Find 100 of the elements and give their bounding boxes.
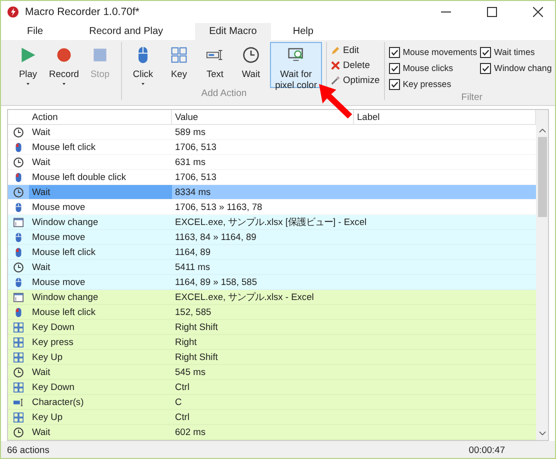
table-cell-text: 1163, 84 » 1164, 89 bbox=[174, 231, 258, 244]
mouse-icon bbox=[13, 246, 24, 258]
window-title: Macro Recorder 1.0.70f* bbox=[25, 6, 140, 18]
table-cell-text: Mouse left double click bbox=[31, 171, 128, 184]
table-cell-text: Ctrl bbox=[174, 411, 190, 424]
play-button[interactable]: Play bbox=[11, 42, 45, 88]
action-row[interactable]: Wait 589 ms bbox=[8, 125, 536, 140]
action-row[interactable]: Mouse left double click 1706, 513 bbox=[8, 170, 536, 185]
clock-icon bbox=[13, 156, 24, 168]
menu-tab[interactable]: Edit Macro bbox=[195, 23, 271, 40]
mouse-icon bbox=[13, 276, 24, 288]
filter-checkbox[interactable]: Window chang bbox=[480, 60, 552, 76]
action-row[interactable]: Wait 602 ms bbox=[8, 425, 536, 440]
action-row[interactable]: Mouse left click 152, 585 bbox=[8, 305, 536, 320]
action-row[interactable]: Mouse left click 1164, 89 bbox=[8, 245, 536, 260]
table-cell-text: EXCEL.exe, サンプル.xlsx [保護ビュー] - Excel bbox=[174, 216, 367, 229]
keyboard-keys-icon bbox=[13, 352, 24, 362]
table-cell-text: Key Up bbox=[31, 351, 64, 364]
click-button[interactable]: Click bbox=[126, 42, 160, 88]
table-cell-text: Right Shift bbox=[174, 351, 219, 364]
mouse-icon bbox=[13, 172, 24, 182]
keyboard-keys-icon bbox=[13, 336, 24, 348]
monitor-magnifier-icon bbox=[287, 46, 305, 64]
action-row[interactable]: Key Down Ctrl bbox=[8, 380, 536, 395]
vertical-scrollbar[interactable] bbox=[536, 110, 548, 440]
table-cell-text: Mouse left click bbox=[31, 306, 97, 319]
filter-checkbox[interactable]: Wait times bbox=[480, 44, 552, 60]
action-row[interactable]: Mouse move 1164, 89 » 158, 585 bbox=[8, 275, 536, 290]
scroll-up-icon[interactable] bbox=[538, 128, 546, 133]
table-cell-text: Right Shift bbox=[174, 321, 219, 334]
keyboard-keys-icon bbox=[13, 322, 24, 332]
table-cell-text: 1706, 513 bbox=[174, 141, 218, 154]
filter-checkbox[interactable]: Mouse clicks bbox=[388, 60, 478, 76]
action-row[interactable]: Wait 631 ms bbox=[8, 155, 536, 170]
action-row[interactable]: Mouse move 1163, 84 » 1164, 89 bbox=[8, 230, 536, 245]
action-row[interactable]: Wait 8334 ms bbox=[8, 185, 536, 200]
menu-tab[interactable]: Help bbox=[278, 23, 328, 40]
delete-icon bbox=[331, 60, 340, 70]
group-label: Add Action bbox=[201, 88, 247, 99]
keyboard-keys-icon bbox=[13, 412, 24, 422]
table-cell: Wait bbox=[29, 185, 172, 199]
edit-button[interactable]: Edit bbox=[331, 45, 380, 55]
elapsed-time: 00:00:47 bbox=[468, 444, 505, 454]
menu-tab[interactable]: File bbox=[13, 23, 58, 40]
mouse-icon bbox=[13, 142, 24, 152]
table-cell-text: Mouse left click bbox=[31, 141, 97, 154]
action-row[interactable]: Window change EXCEL.exe, サンプル.xlsx - Excel bbox=[8, 290, 536, 305]
filter-checkbox[interactable]: Mouse movements bbox=[388, 44, 478, 60]
action-row[interactable]: Wait 545 ms bbox=[8, 365, 536, 380]
scroll-thumb[interactable] bbox=[538, 137, 546, 217]
table-cell-text: Mouse left click bbox=[31, 246, 97, 259]
mouse-icon bbox=[13, 202, 24, 212]
action-row[interactable]: Character(s) C bbox=[8, 395, 536, 410]
table-cell-text: Ctrl bbox=[174, 381, 190, 394]
text-button[interactable]: Text bbox=[198, 42, 232, 88]
menu-tab[interactable]: Record and Play bbox=[75, 23, 178, 40]
optimize-button[interactable]: Optimize bbox=[331, 75, 380, 85]
close-icon[interactable] bbox=[533, 7, 543, 17]
maximize-icon[interactable] bbox=[487, 7, 497, 17]
table-cell-text: Wait bbox=[31, 426, 52, 439]
keyboard-keys-icon bbox=[13, 382, 24, 392]
record-button[interactable]: Record bbox=[47, 42, 81, 88]
action-row[interactable]: Mouse left click 1706, 513 bbox=[8, 140, 536, 155]
table-cell-text: Key Down bbox=[31, 381, 76, 394]
action-row[interactable]: Key Down Right Shift bbox=[8, 320, 536, 335]
filter-checkbox[interactable]: Key presses bbox=[388, 76, 478, 92]
key-button[interactable]: Key bbox=[162, 42, 196, 88]
wait-for-pixel-button[interactable]: Wait for pixel color bbox=[270, 42, 322, 88]
mouse-icon bbox=[13, 232, 24, 242]
table-cell-text: 631 ms bbox=[174, 156, 206, 169]
wait-button[interactable]: Wait bbox=[234, 42, 268, 88]
table-cell-text: Wait bbox=[31, 156, 52, 169]
app-logo-icon bbox=[7, 6, 19, 18]
scroll-down-icon[interactable] bbox=[538, 431, 546, 436]
pencil-icon bbox=[331, 46, 340, 54]
clock-icon bbox=[13, 366, 24, 378]
stop-icon bbox=[91, 46, 109, 64]
clock-icon bbox=[242, 46, 260, 64]
window-icon bbox=[13, 216, 24, 228]
table-cell-text: Wait bbox=[31, 261, 52, 274]
table-cell-text: 602 ms bbox=[174, 426, 206, 439]
action-row[interactable]: Key Up Ctrl bbox=[8, 410, 536, 425]
table-cell-text: 1706, 513 bbox=[174, 171, 218, 184]
table-cell-text: Key Down bbox=[31, 321, 76, 334]
table-cell-text: Key Up bbox=[31, 411, 64, 424]
delete-button[interactable]: Delete bbox=[331, 60, 380, 70]
action-row[interactable]: Key Up Right Shift bbox=[8, 350, 536, 365]
table-cell-text: EXCEL.exe, サンプル.xlsx - Excel bbox=[174, 291, 315, 304]
table-cell-text: Window change bbox=[31, 291, 100, 304]
clock-icon bbox=[13, 262, 24, 272]
clock-icon bbox=[13, 186, 24, 198]
clock-icon bbox=[13, 126, 24, 138]
column-header[interactable]: Action bbox=[29, 110, 172, 124]
action-row[interactable]: Mouse move 1706, 513 » 1163, 78 bbox=[8, 200, 536, 215]
table-cell-text: Key press bbox=[31, 336, 74, 349]
clock-icon bbox=[13, 426, 24, 438]
column-header[interactable]: Value bbox=[172, 110, 354, 124]
action-row[interactable]: Key press Right bbox=[8, 335, 536, 350]
action-row[interactable]: Window change EXCEL.exe, サンプル.xlsx [保護ビュー] - Excel bbox=[8, 215, 536, 230]
action-row[interactable]: Wait 5411 ms bbox=[8, 260, 536, 275]
